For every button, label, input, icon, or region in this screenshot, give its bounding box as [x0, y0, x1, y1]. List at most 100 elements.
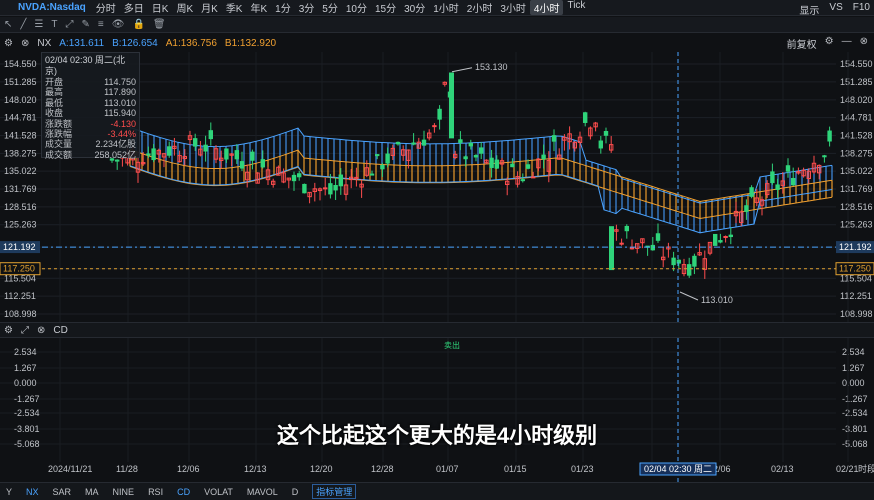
- timeframe-tab-17[interactable]: Tick: [563, 0, 589, 15]
- display-menu[interactable]: 显示: [799, 2, 819, 17]
- timeframe-tab-13[interactable]: 1小时: [429, 0, 463, 15]
- drawing-toolbar: ↖ ╱ ☰ T ⤢ ✎ ≡ 👁 🔒 🗑: [0, 17, 874, 33]
- timeframe-tab-12[interactable]: 30分: [400, 0, 429, 15]
- indicator-b1: B1:132.920: [224, 37, 277, 49]
- text-tool-icon[interactable]: T: [51, 19, 57, 30]
- price-axis-left-label: 148.020: [4, 95, 37, 105]
- info-row: 涨跌幅 -3.44%: [45, 129, 136, 139]
- timeframe-tab-11[interactable]: 15分: [371, 0, 400, 15]
- candle-body: [411, 142, 416, 145]
- lock-icon[interactable]: 🔒: [132, 19, 144, 30]
- high-pointer: [451, 67, 473, 73]
- line-tool-icon[interactable]: ╱: [20, 19, 26, 30]
- symbol-label[interactable]: NVDA:Nasdaq: [18, 2, 86, 13]
- indicator-tab-8[interactable]: MAVOL: [247, 487, 278, 497]
- close-panel-icon[interactable]: ⊗: [860, 36, 868, 51]
- indicator-tab-6[interactable]: CD: [177, 487, 190, 497]
- indicator-b: B:126.654: [112, 37, 158, 49]
- info-value: 113.010: [104, 97, 136, 108]
- timeframe-tab-5[interactable]: 季K: [222, 0, 247, 15]
- indicator-tab-10[interactable]: 指标管理: [312, 484, 357, 499]
- indicator-tab-0[interactable]: Y: [6, 487, 12, 497]
- timeframe-tab-6[interactable]: 年K: [246, 0, 271, 15]
- timeframe-tab-7[interactable]: 1分: [271, 0, 295, 15]
- price-axis-right-label: 151.285: [840, 77, 873, 87]
- timeframe-tab-1[interactable]: 多日: [120, 0, 148, 15]
- candle-body: [208, 130, 214, 140]
- info-row: 涨跌额 -4.130: [45, 119, 136, 129]
- price-axis-left-label: 144.781: [4, 113, 37, 123]
- candle-body: [473, 154, 479, 158]
- candle-body: [749, 187, 754, 197]
- date-axis-label: 02/21: [836, 464, 859, 474]
- f10-button[interactable]: F10: [853, 2, 870, 17]
- candle-body: [463, 156, 468, 160]
- timeframe-tab-15[interactable]: 3小时: [496, 0, 530, 15]
- candle-body: [375, 154, 380, 157]
- sub-close-icon[interactable]: ⊗: [37, 325, 45, 336]
- candle-body: [494, 159, 500, 169]
- candle-body: [822, 155, 827, 158]
- sub-axis-left-label: -2.534: [14, 408, 40, 418]
- candle-body: [203, 144, 208, 152]
- candle-body: [827, 130, 832, 142]
- indicator-tab-3[interactable]: MA: [85, 487, 99, 497]
- indicator-tab-7[interactable]: VOLAT: [204, 487, 233, 497]
- hline-tool-icon[interactable]: ☰: [34, 19, 43, 30]
- candle-body: [224, 148, 229, 160]
- minimize-icon[interactable]: —: [842, 36, 852, 51]
- timeframe-tab-9[interactable]: 5分: [318, 0, 342, 15]
- indicator-tab-9[interactable]: D: [292, 487, 299, 497]
- price-axis-left-label: 128.516: [4, 202, 37, 212]
- candle-body: [744, 205, 749, 212]
- sub-axis-left-label: 2.534: [14, 347, 37, 357]
- indicator-tab-4[interactable]: NINE: [113, 487, 135, 497]
- adjust-mode[interactable]: 前复权: [787, 36, 817, 51]
- price-axis-right-label: 154.550: [840, 59, 873, 69]
- video-subtitle: 这个比起这个更大的是4小时级别: [276, 423, 598, 448]
- candle-body: [395, 141, 401, 145]
- timeframe-tab-2[interactable]: 日K: [148, 0, 173, 15]
- sub-indicator-name[interactable]: CD: [53, 325, 67, 336]
- info-header: 02/04 02:30 周二(北京): [45, 55, 126, 76]
- price-axis-right-label: 125.263: [840, 220, 873, 230]
- timeframe-tab-8[interactable]: 3分: [295, 0, 319, 15]
- price-axis-right-label: 144.781: [840, 113, 873, 123]
- vs-button[interactable]: VS: [829, 2, 842, 17]
- info-row: 最高 117.890: [45, 87, 136, 97]
- candles: [109, 72, 832, 279]
- timeframe-tab-4[interactable]: 月K: [197, 0, 222, 15]
- trash-icon[interactable]: 🗑: [153, 19, 166, 30]
- cursor-icon[interactable]: ↖: [4, 19, 12, 30]
- timeframe-tab-0[interactable]: 分时: [92, 0, 120, 15]
- timeframe-tab-3[interactable]: 周K: [172, 0, 197, 15]
- close-icon[interactable]: ⊗: [21, 38, 29, 49]
- settings-icon[interactable]: ⚙: [825, 36, 834, 51]
- brush-icon[interactable]: ✎: [82, 19, 90, 30]
- eye-icon[interactable]: 👁: [112, 19, 125, 30]
- candle-body: [728, 234, 733, 238]
- fib-icon[interactable]: ≡: [98, 19, 104, 30]
- info-key: 收盘: [45, 108, 64, 119]
- candle-body: [489, 157, 494, 168]
- timeframe-tab-14[interactable]: 2小时: [463, 0, 497, 15]
- cd-sub-chart[interactable]: 2.534 2.534 1.267 1.267 0.000 0.000 -1.267 -1.2…: [0, 338, 874, 482]
- info-value: -4.130: [110, 118, 136, 129]
- indicator-name[interactable]: NX: [37, 38, 51, 49]
- timeframe-tab-10[interactable]: 10分: [342, 0, 371, 15]
- candle-body: [380, 164, 385, 170]
- measure-icon[interactable]: ⤢: [66, 19, 74, 30]
- ohlc-info-box: 02/04 02:30 周二(北京) 开盘 114.750 最高 117.890 最低 1…: [41, 52, 140, 160]
- sub-expand-icon[interactable]: ⤢: [21, 325, 29, 336]
- indicator-tab-5[interactable]: RSI: [148, 487, 163, 497]
- date-axis-label: 2024/11/21: [48, 464, 92, 474]
- indicator-tab-1[interactable]: NX: [26, 487, 39, 497]
- indicator-tab-2[interactable]: SAR: [53, 487, 72, 497]
- timeframe-tabs: 分时 多日 日K 周K 月K 季K 年K 1分 3分 5分 10分 15分 30分 1小时 2小时 3小时 4小…: [92, 0, 590, 15]
- price-axis-right-label: 138.275: [840, 148, 873, 158]
- sub-gear-icon[interactable]: ⚙: [4, 325, 13, 336]
- info-value: 114.750: [104, 77, 136, 87]
- price-axis-right-label: 135.022: [840, 166, 873, 176]
- gear-icon[interactable]: ⚙: [4, 38, 13, 49]
- timeframe-tab-16[interactable]: 4小时: [529, 0, 564, 15]
